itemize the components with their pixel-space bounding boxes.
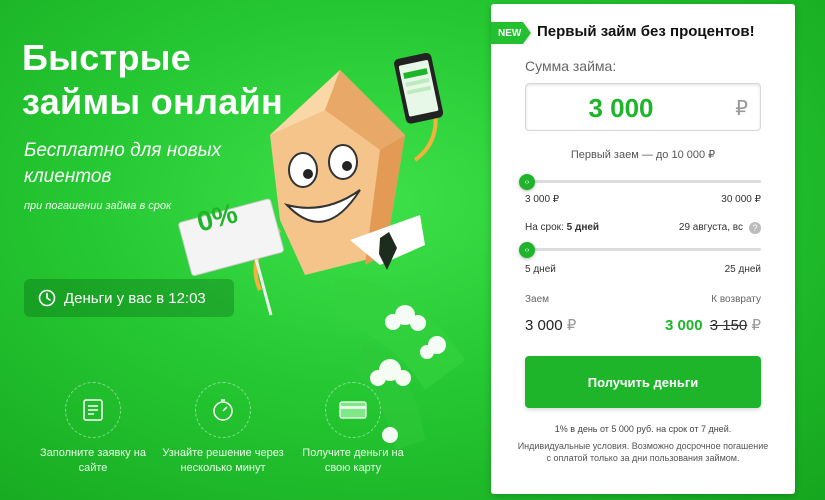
loan-calculator-card: NEW Первый займ без процентов! Сумма зай… bbox=[491, 4, 795, 494]
return-amount-summary: 3 000 3 150 ₽ bbox=[665, 316, 761, 334]
rate-note: 1% в день от 5 000 руб. на срок от 7 дне… bbox=[554, 424, 732, 434]
term-label-group: На срок: 5 дней bbox=[525, 222, 599, 233]
amount-max-label: 30 000 ₽ bbox=[721, 194, 761, 205]
help-icon[interactable]: ? bbox=[749, 222, 761, 234]
return-value-original: 3 150 bbox=[709, 317, 748, 334]
slider-thumb[interactable]: ‹› bbox=[519, 242, 535, 258]
return-label: К возврату bbox=[711, 294, 761, 305]
first-loan-note: Первый заем — до 10 000 ₽ bbox=[570, 149, 716, 161]
timer-icon bbox=[213, 399, 233, 421]
loan-label: Заем bbox=[525, 294, 550, 305]
step-ring bbox=[325, 382, 381, 438]
term-label: На срок: bbox=[525, 222, 564, 233]
card-title: Первый займ без процентов! bbox=[537, 23, 755, 40]
currency-symbol: ₽ bbox=[751, 317, 761, 334]
step-ring bbox=[195, 382, 251, 438]
term-slider[interactable]: ‹› bbox=[519, 242, 761, 258]
step-receive: Получите деньги на свою карту bbox=[288, 382, 418, 476]
loan-amount-input[interactable]: 3 000 ₽ bbox=[525, 83, 761, 131]
form-icon bbox=[83, 399, 103, 421]
term-min-label: 5 дней bbox=[525, 264, 556, 275]
currency-symbol: ₽ bbox=[566, 317, 577, 334]
step-label: Узнайте решение через несколько минут bbox=[162, 447, 284, 474]
slider-track bbox=[525, 248, 761, 251]
step-label: Получите деньги на свою карту bbox=[302, 447, 404, 474]
step-label: Заполните заявку на сайте bbox=[40, 447, 146, 474]
term-value: 5 дней bbox=[566, 222, 600, 233]
slider-thumb[interactable]: ‹› bbox=[519, 174, 535, 190]
return-value-discounted: 3 000 bbox=[665, 317, 703, 334]
hero-note: при погашении займа в срок bbox=[24, 200, 172, 212]
amount-min-label: 3 000 ₽ bbox=[525, 194, 560, 205]
slider-track bbox=[525, 180, 761, 183]
amount-slider[interactable]: ‹› bbox=[519, 174, 761, 190]
term-row: На срок: 5 дней 29 августа, вс ? bbox=[525, 222, 761, 238]
repayment-date: 29 августа, вс bbox=[678, 222, 743, 233]
terms-note: Индивидуальные условия. Возможно досрочн… bbox=[517, 441, 769, 463]
step-apply: Заполните заявку на сайте bbox=[28, 382, 158, 476]
term-max-label: 25 дней bbox=[724, 264, 761, 275]
get-money-button[interactable]: Получить деньги bbox=[525, 356, 761, 408]
loan-amount-value: 3 000 bbox=[588, 93, 654, 123]
steps-section: Заполните заявку на сайте Узнайте решени… bbox=[28, 382, 408, 482]
loan-amount-summary: 3 000 ₽ bbox=[525, 316, 576, 334]
sum-label: Сумма займа: bbox=[525, 58, 617, 74]
new-badge: NEW bbox=[491, 22, 531, 44]
step-ring bbox=[65, 382, 121, 438]
card-header: NEW Первый займ без процентов! bbox=[491, 20, 795, 46]
step-decision: Узнайте решение через несколько минут bbox=[158, 382, 288, 476]
card-icon bbox=[339, 401, 367, 419]
currency-symbol: ₽ bbox=[735, 98, 748, 120]
loan-value: 3 000 bbox=[525, 317, 563, 334]
clock-icon bbox=[38, 289, 56, 307]
